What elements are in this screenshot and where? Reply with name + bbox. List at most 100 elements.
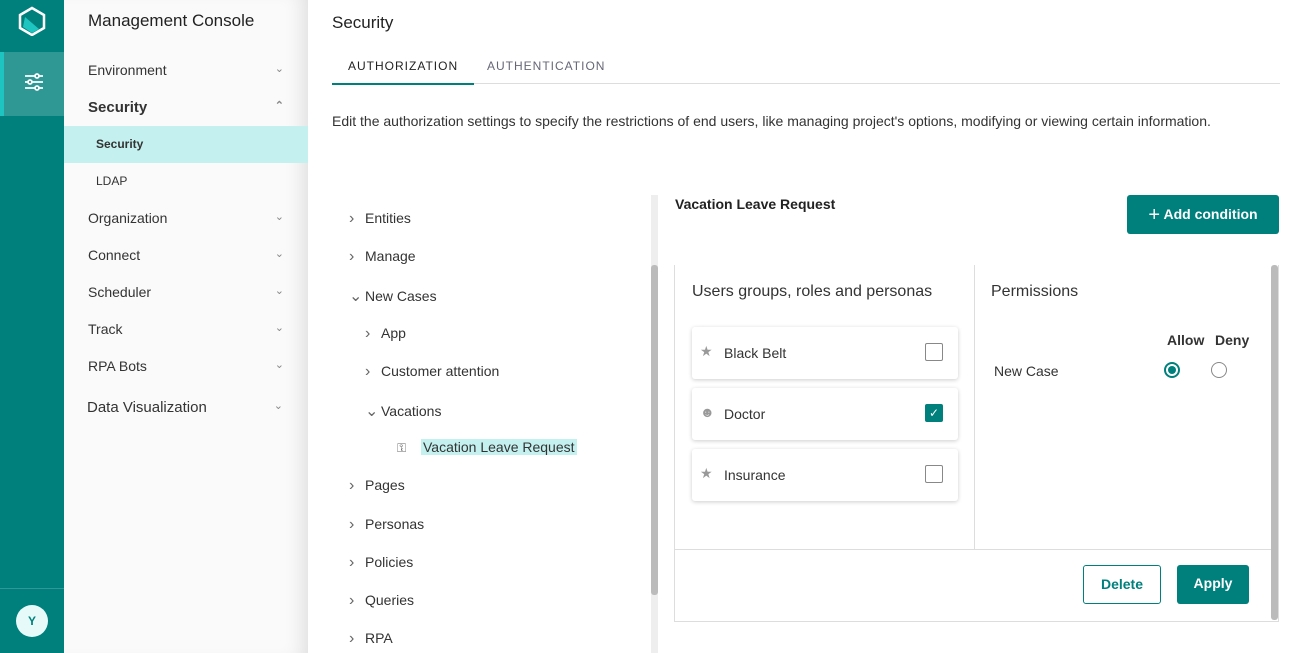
label: Black Belt <box>724 345 787 361</box>
tree-node-label: Customer attention <box>381 362 500 379</box>
tree-node[interactable]: › Manage <box>349 248 416 266</box>
tree-node-label: Vacations <box>381 403 442 419</box>
condition-card: Users groups, roles and personas ★ Black … <box>674 265 1279 622</box>
label: Doctor <box>724 406 766 422</box>
app-title: Management Console <box>88 11 255 30</box>
tab-authentication[interactable]: AUTHENTICATION <box>487 59 605 73</box>
sidebar-item-scheduler[interactable]: Scheduler ⌄ <box>88 284 284 300</box>
allow-radio[interactable] <box>1164 362 1180 378</box>
chevron-right-icon[interactable]: › <box>349 630 365 648</box>
tree-node-label: Pages <box>365 477 405 494</box>
apply-button[interactable]: Apply <box>1177 565 1249 604</box>
deny-radio[interactable] <box>1211 362 1227 378</box>
sidebar-item-connect[interactable]: Connect ⌄ <box>88 247 284 263</box>
permissions-header: Permissions <box>991 283 1079 300</box>
label: Scheduler <box>88 284 152 300</box>
label: Data Visualization <box>87 399 207 416</box>
chevron-right-icon[interactable]: › <box>349 210 365 228</box>
tree-node[interactable]: › Queries <box>349 592 414 610</box>
sidebar-item-data-visualization[interactable]: Data Visualization ⌄ <box>87 399 283 416</box>
divider <box>974 265 975 549</box>
logo-icon <box>18 6 46 36</box>
chevron-right-icon[interactable]: › <box>365 325 381 343</box>
chevron-right-icon[interactable]: › <box>349 477 365 495</box>
avatar[interactable]: Y <box>16 605 48 637</box>
star-icon: ★ <box>700 343 713 359</box>
chevron-down-icon: ⌄ <box>274 211 284 223</box>
tree-node-label: Entities <box>365 210 411 226</box>
tabs: AUTHORIZATION AUTHENTICATION <box>331 50 1280 85</box>
tree-node-label: Queries <box>365 592 415 608</box>
star-icon: ★ <box>700 465 713 481</box>
sidebar-item-environment[interactable]: Environment ⌄ <box>88 62 284 78</box>
scrollbar-thumb[interactable] <box>651 265 658 595</box>
chevron-down-icon: ⌄ <box>274 322 284 334</box>
add-condition-button[interactable]: + Add condition <box>1127 195 1279 234</box>
checkbox[interactable] <box>925 465 943 483</box>
chevron-right-icon[interactable]: › <box>349 516 365 534</box>
group-black-belt[interactable]: ★ Black Belt <box>692 327 958 379</box>
tree-node[interactable]: › Entities <box>349 210 411 228</box>
groups-header: Users groups, roles and personas <box>692 283 933 300</box>
sidebar-item-organization[interactable]: Organization ⌄ <box>88 210 284 226</box>
tree-node[interactable]: › App <box>365 325 406 343</box>
description: Edit the authorization settings to speci… <box>332 113 1211 129</box>
tree-node-label: New Cases <box>365 288 437 305</box>
checkbox[interactable]: ✓ <box>925 404 943 422</box>
label: Add condition <box>1163 206 1258 222</box>
chevron-down-icon[interactable]: ⌄ <box>349 286 365 306</box>
chevron-down-icon: ⌄ <box>273 400 283 412</box>
subnav-item-ldap[interactable]: LDAP <box>64 163 308 200</box>
app-rail: Y <box>0 0 64 653</box>
sidebar-item-track[interactable]: Track ⌄ <box>88 321 284 337</box>
label: Environment <box>88 62 167 78</box>
deny-header: Deny <box>1215 332 1250 348</box>
tree-node[interactable]: ⌄ Vacations <box>365 401 441 421</box>
chevron-up-icon: ⌃ <box>274 100 284 112</box>
chevron-right-icon[interactable]: › <box>349 592 365 610</box>
entity-icon: ⚿ <box>397 441 407 456</box>
tree-node-label: App <box>381 324 406 341</box>
tree-node[interactable]: ⌄ New Cases <box>349 286 437 306</box>
tree-node[interactable]: › Policies <box>349 554 413 572</box>
label: Track <box>88 321 123 337</box>
label: Insurance <box>724 467 786 483</box>
tree-node-label: Manage <box>365 248 416 265</box>
chevron-right-icon[interactable]: › <box>349 554 365 572</box>
chevron-right-icon[interactable]: › <box>349 248 365 266</box>
permission-label: New Case <box>994 363 1059 379</box>
person-icon: ☻ <box>700 404 715 420</box>
tree-node-label: Vacation Leave Request <box>421 439 577 456</box>
group-doctor[interactable]: ☻ Doctor ✓ <box>692 388 958 440</box>
tree-node[interactable]: › Customer attention <box>365 363 499 381</box>
card-scrollbar[interactable] <box>1271 265 1278 620</box>
sidebar: Management Console Environment ⌄ Security… <box>64 0 308 653</box>
tree-node[interactable]: › RPA <box>349 630 393 648</box>
sidebar-item-rpa-bots[interactable]: RPA Bots ⌄ <box>88 358 284 374</box>
tree-node[interactable]: › Personas <box>349 516 424 534</box>
chevron-down-icon: ⌄ <box>274 285 284 297</box>
settings-rail-button[interactable] <box>0 52 64 116</box>
tree-node[interactable]: ⚿ Vacation Leave Request <box>381 439 577 456</box>
chevron-down-icon: ⌄ <box>274 359 284 371</box>
divider <box>675 549 1273 550</box>
allow-header: Allow <box>1167 332 1205 348</box>
checkbox[interactable] <box>925 343 943 361</box>
tree-node[interactable]: › Pages <box>349 477 405 495</box>
tab-authorization[interactable]: AUTHORIZATION <box>331 59 475 85</box>
sidebar-item-security[interactable]: Security ⌃ <box>88 99 284 116</box>
subnav-item-security[interactable]: Security <box>64 126 308 163</box>
label: RPA Bots <box>88 358 147 374</box>
tree-scrollbar[interactable] <box>651 195 658 653</box>
plus-icon: + <box>1148 204 1161 226</box>
label: Security <box>88 99 148 116</box>
chevron-down-icon[interactable]: ⌄ <box>365 401 381 421</box>
chevron-right-icon[interactable]: › <box>365 363 381 381</box>
label: Connect <box>88 247 141 263</box>
panel-title: Vacation Leave Request <box>675 196 836 212</box>
delete-button[interactable]: Delete <box>1083 565 1161 604</box>
divider <box>0 588 64 589</box>
tree-node-label: RPA <box>365 630 393 647</box>
chevron-down-icon: ⌄ <box>274 63 284 75</box>
group-insurance[interactable]: ★ Insurance <box>692 449 958 501</box>
